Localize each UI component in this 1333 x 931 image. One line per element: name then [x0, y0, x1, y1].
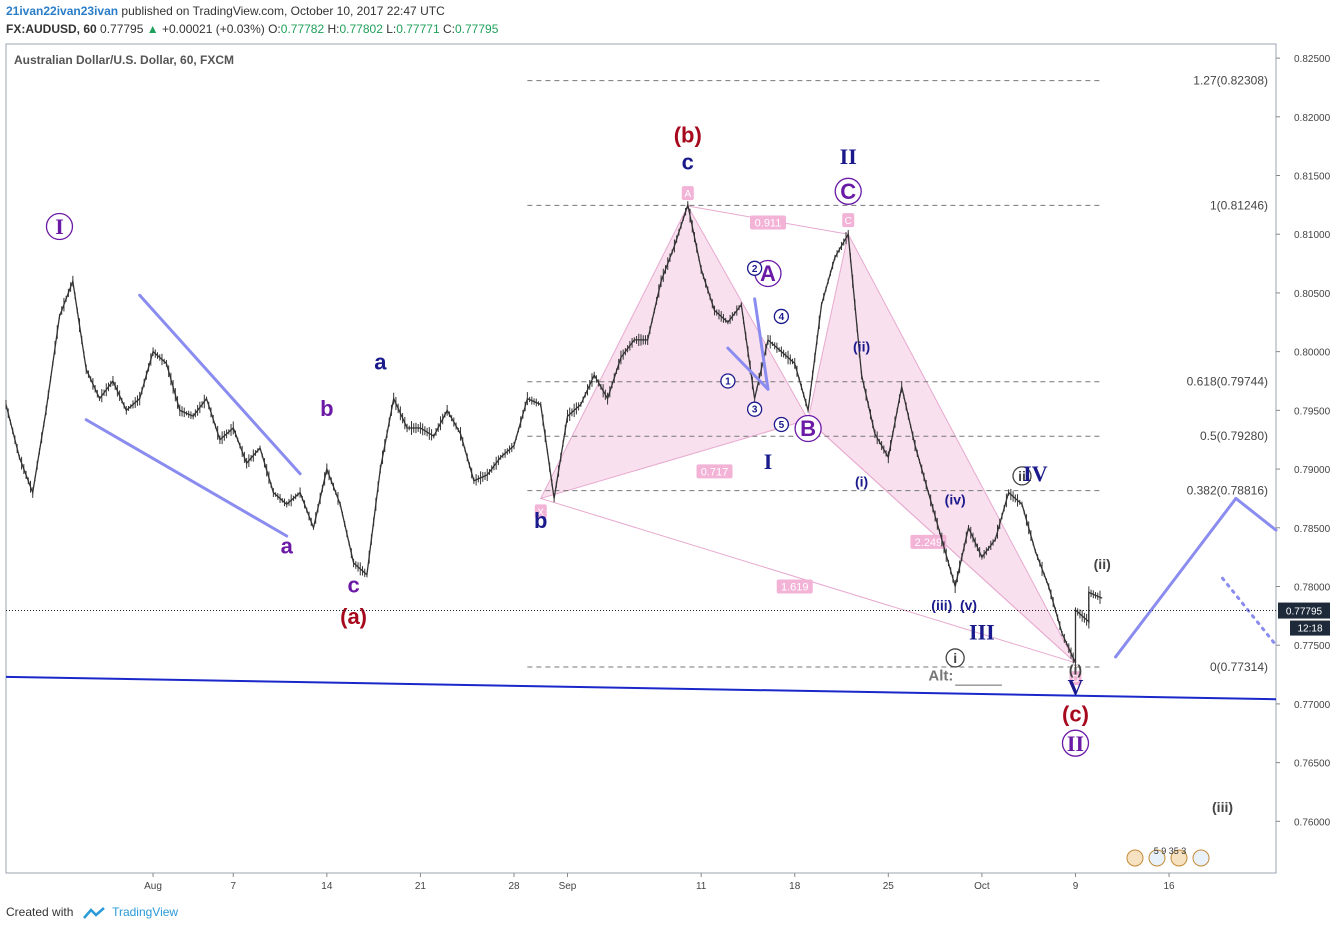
wave-label: A — [760, 261, 776, 286]
x-tick-label: 25 — [883, 881, 895, 892]
wave-label: 5 — [779, 420, 785, 431]
alt-label: Alt: — [928, 667, 953, 684]
x-tick-label: Aug — [144, 881, 162, 892]
wave-label: a — [281, 534, 294, 559]
trend-line — [138, 293, 302, 476]
wave-label: I — [764, 449, 773, 474]
wave-label: i — [953, 650, 957, 666]
x-tick-label: Oct — [974, 881, 990, 892]
chart-axes: 0.82500 0.82000 0.81500 0.81000 0.80500 0.800… — [6, 54, 1331, 892]
y-tick-label: 0.81000 — [1294, 230, 1331, 241]
point-label: C — [845, 216, 852, 227]
wave-label: b — [320, 396, 333, 421]
tradingview-logo-icon — [82, 906, 105, 919]
x-tick-label: 11 — [696, 881, 707, 892]
wave-label: (a) — [340, 604, 367, 629]
y-tick-label: 0.76500 — [1294, 759, 1331, 770]
wave-label: 3 — [752, 405, 758, 416]
fib-label: 0(0.77314) — [1210, 660, 1268, 674]
fib-label: 1.27(0.82308) — [1193, 74, 1268, 88]
wave-label: C — [840, 179, 856, 204]
y-tick-label: 0.82000 — [1294, 113, 1331, 124]
wave-label: IV — [1023, 461, 1048, 486]
x-tick-label: 7 — [230, 881, 236, 892]
wave-label: (iv) — [945, 491, 966, 507]
wave-label: a — [374, 349, 387, 374]
y-tick-label: 0.80000 — [1294, 348, 1331, 359]
wave-label: V — [1068, 675, 1084, 700]
y-tick-label: 0.77500 — [1294, 641, 1331, 652]
trend-line — [1234, 496, 1278, 532]
ratio-label: 2.249 — [915, 537, 943, 549]
wave-label: 1 — [725, 377, 731, 388]
wave-label: c — [347, 572, 359, 597]
point-label: A — [684, 189, 691, 200]
countdown-text: 12:18 — [1297, 624, 1322, 635]
trend-line — [1114, 496, 1238, 659]
wave-label: II — [840, 144, 857, 169]
wave-label: (iii) — [1212, 799, 1233, 815]
wave-label: (ii) — [853, 339, 870, 355]
fib-label: 1(0.81246) — [1210, 198, 1268, 212]
y-tick-label: 0.78500 — [1294, 524, 1331, 535]
ratio-label: 0.911 — [755, 217, 782, 229]
support-trendline — [5, 675, 1277, 701]
fib-label: 0.5(0.79280) — [1200, 429, 1268, 443]
y-tick-label: 0.80500 — [1294, 289, 1331, 300]
wave-label: (ii) — [1094, 556, 1111, 572]
y-tick-label: 0.81500 — [1294, 172, 1331, 183]
x-tick-label: 18 — [789, 881, 801, 892]
fib-label: 0.382(0.78816) — [1187, 484, 1268, 498]
y-tick-label: 0.77000 — [1294, 700, 1331, 711]
x-tick-label: 9 — [1073, 881, 1079, 892]
x-tick-label: 16 — [1163, 881, 1175, 892]
wave-label: b — [534, 508, 547, 533]
wave-label: 4 — [779, 312, 785, 323]
x-tick-label: 28 — [508, 881, 520, 892]
footer: Created with TradingView — [6, 905, 178, 919]
event-flag-icon — [1126, 849, 1144, 867]
y-tick-label: 0.79000 — [1294, 465, 1331, 476]
trend-line — [1221, 576, 1278, 647]
y-tick-label: 0.78000 — [1294, 582, 1331, 593]
wave-label: 2 — [752, 264, 758, 275]
chart-title: Australian Dollar/U.S. Dollar, 60, FXCM — [14, 53, 234, 67]
trend-line — [84, 418, 289, 538]
x-tick-label: 21 — [415, 881, 427, 892]
wave-label: (c) — [1062, 702, 1089, 727]
wave-label: (b) — [674, 123, 702, 148]
wave-label: (iii) — [931, 597, 952, 613]
wave-label: B — [800, 416, 816, 441]
ratio-label: 0.717 — [701, 466, 729, 478]
ratio-label: 1.619 — [781, 581, 809, 593]
wave-label: c — [682, 150, 694, 175]
wave-label: II — [1067, 731, 1084, 756]
y-tick-label: 0.82500 — [1294, 54, 1331, 65]
event-flag-icon — [1192, 849, 1210, 867]
wave-label: (i) — [855, 474, 868, 490]
tradingview-link[interactable]: TradingView — [112, 905, 178, 919]
wave-label: (v) — [960, 597, 977, 613]
y-tick-label: 0.76000 — [1294, 817, 1331, 828]
last-price-text: 0.77795 — [1286, 607, 1323, 618]
wave-label: I — [55, 214, 64, 239]
support-line[interactable] — [5, 675, 1277, 701]
wave-label: III — [969, 619, 995, 644]
created-with-text: Created with — [6, 905, 74, 919]
price-chart[interactable]: Australian Dollar/U.S. Dollar, 60, FXCM … — [0, 0, 1333, 900]
y-tick-label: 0.79500 — [1294, 406, 1331, 417]
fib-label: 0.618(0.79744) — [1187, 375, 1268, 389]
x-tick-label: 14 — [321, 881, 333, 892]
x-tick-label: Sep — [559, 881, 577, 892]
event-counts: 5 9 35 3 — [1154, 846, 1187, 856]
